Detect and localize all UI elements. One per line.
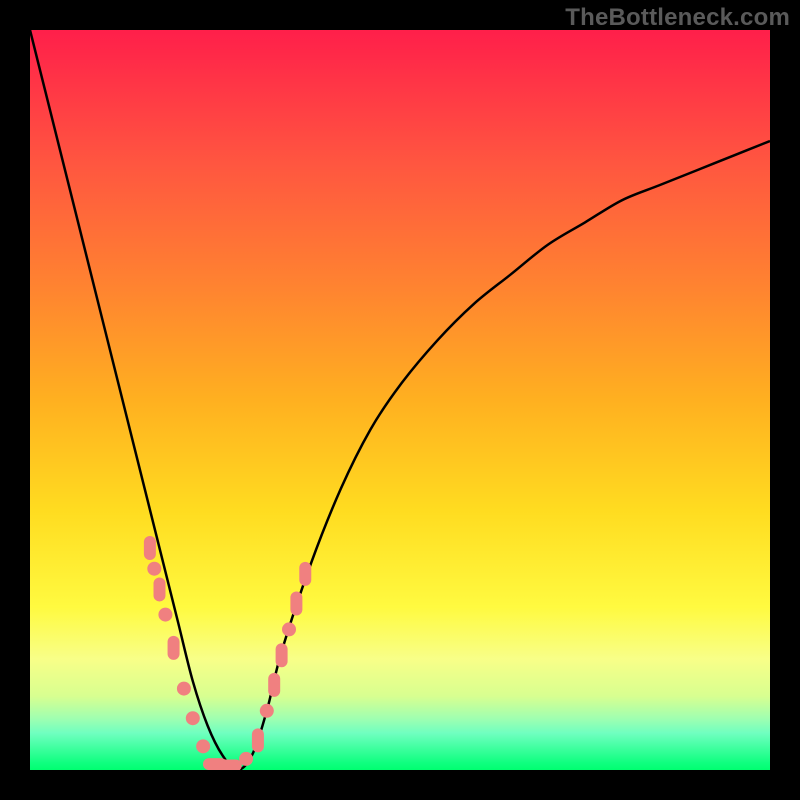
data-marker <box>290 592 302 616</box>
chart-container: TheBottleneck.com <box>0 0 800 800</box>
data-marker <box>147 562 161 576</box>
data-marker <box>203 758 227 770</box>
bottleneck-curve <box>30 30 770 770</box>
data-marker <box>168 636 180 660</box>
data-marker <box>252 728 264 752</box>
marker-group <box>144 536 311 770</box>
data-marker <box>218 760 242 770</box>
data-marker <box>239 752 253 766</box>
data-marker <box>268 673 280 697</box>
data-marker <box>158 608 172 622</box>
data-marker <box>282 622 296 636</box>
data-marker <box>186 711 200 725</box>
data-marker <box>299 562 311 586</box>
watermark-text: TheBottleneck.com <box>565 4 790 32</box>
data-marker <box>144 536 156 560</box>
data-marker <box>260 704 274 718</box>
data-marker <box>196 739 210 753</box>
data-marker <box>177 682 191 696</box>
data-marker <box>276 643 288 667</box>
curve-layer <box>30 30 770 770</box>
plot-area <box>30 30 770 770</box>
data-marker <box>154 577 166 601</box>
